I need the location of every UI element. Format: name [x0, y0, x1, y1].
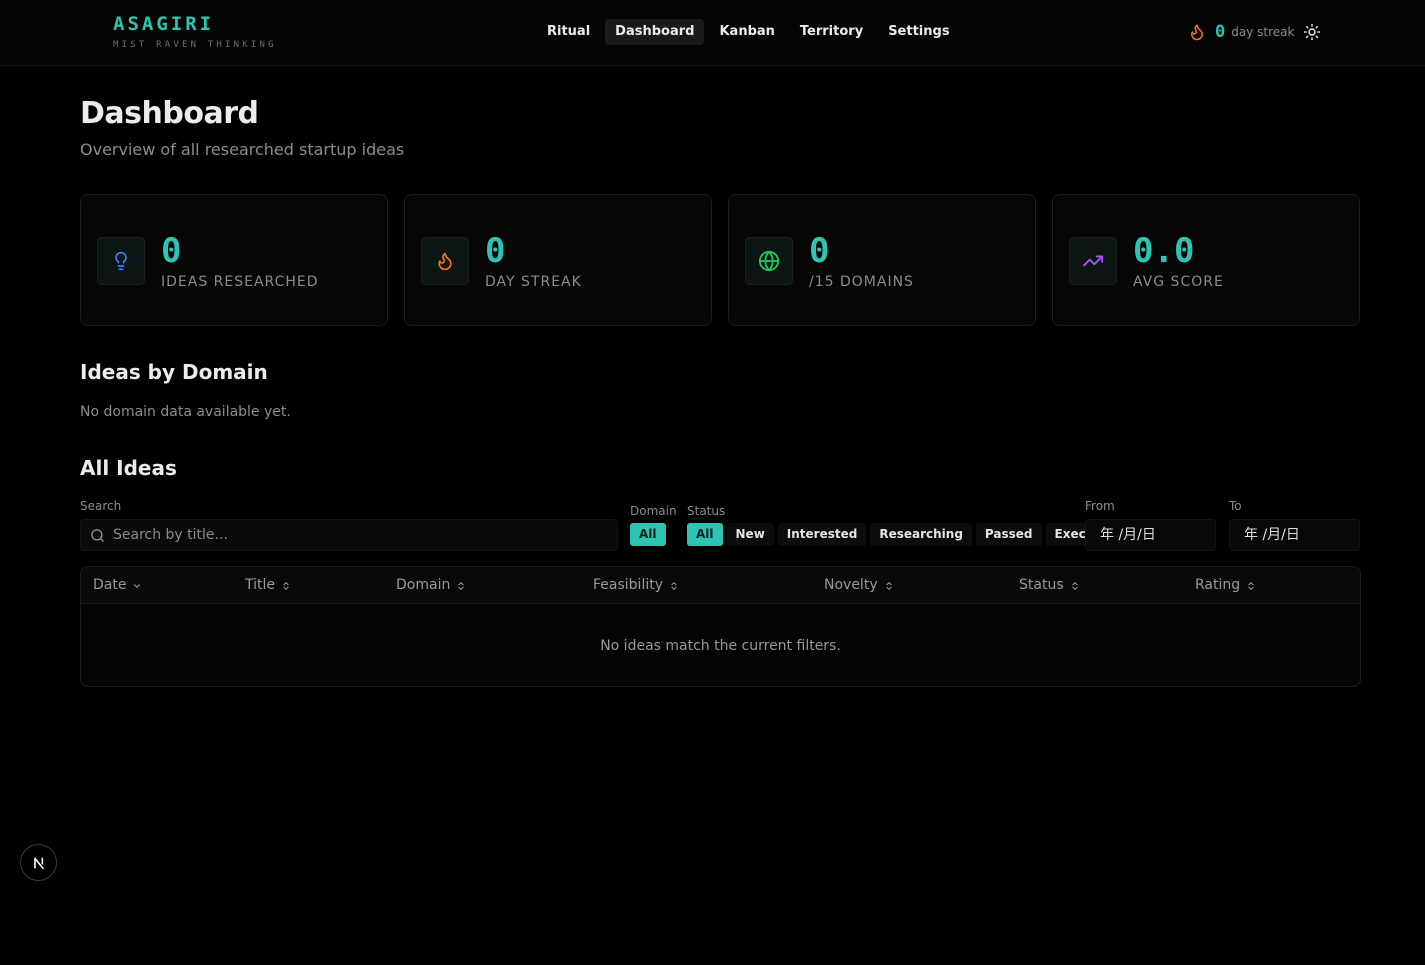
status-chip-researching[interactable]: Researching [870, 523, 972, 546]
stat-label: AVG SCORE [1133, 274, 1224, 290]
stat-label: DAY STREAK [485, 274, 582, 290]
domain-filter-label: Domain [630, 504, 677, 518]
stats-row: 0 IDEAS RESEARCHED 0 DAY STREAK 0 /15 DO… [80, 194, 1360, 326]
sun-icon [1303, 23, 1321, 41]
to-date-label: To [1229, 499, 1242, 513]
status-chip-interested[interactable]: Interested [777, 523, 867, 546]
sort-icon [1072, 581, 1078, 590]
column-header-title[interactable]: Title [245, 567, 291, 604]
from-date-input[interactable]: 年 /月/日 [1085, 519, 1216, 551]
stat-icon-box [1069, 237, 1117, 285]
theme-toggle-button[interactable] [1303, 23, 1321, 41]
status-filter: All New Interested Researching Passed Ex… [687, 523, 1131, 546]
stat-icon-box [421, 237, 469, 285]
stat-label: IDEAS RESEARCHED [161, 274, 319, 290]
table-empty-message: No ideas match the current filters. [600, 638, 841, 654]
column-header-status[interactable]: Status [1019, 567, 1080, 604]
column-label: Feasibility [593, 577, 663, 593]
status-chip-passed[interactable]: Passed [975, 523, 1042, 546]
table-header: Date Title Domain Feasibility Novelty St… [81, 567, 1360, 604]
search-icon [91, 529, 104, 542]
stat-card-domains: 0 /15 DOMAINS [728, 194, 1036, 326]
column-label: Novelty [824, 577, 878, 593]
stat-label: /15 DOMAINS [809, 274, 914, 290]
status-chip-all[interactable]: All [687, 523, 723, 546]
ideas-table: Date Title Domain Feasibility Novelty St… [80, 566, 1361, 687]
column-label: Domain [396, 577, 451, 593]
nav-ritual[interactable]: Ritual [537, 19, 600, 45]
column-label: Date [93, 577, 127, 593]
nextjs-dev-badge[interactable] [20, 844, 57, 881]
stat-card-avg-score: 0.0 AVG SCORE [1052, 194, 1360, 326]
brand-tagline: MIST RAVEN THINKING [113, 40, 277, 50]
column-header-domain[interactable]: Domain [396, 567, 466, 604]
stat-value: 0.0 [1133, 231, 1195, 271]
chevron-down-icon [134, 583, 141, 588]
brand-name: ASAGIRI [113, 13, 215, 35]
column-header-rating[interactable]: Rating [1195, 567, 1256, 604]
lightbulb-icon [115, 251, 127, 271]
column-header-feasibility[interactable]: Feasibility [593, 567, 679, 604]
trending-up-icon [1082, 255, 1104, 267]
all-ideas-heading: All Ideas [80, 456, 177, 480]
sort-icon [1248, 581, 1254, 590]
flame-icon [438, 252, 452, 271]
domain-chip-all[interactable]: All [630, 523, 666, 546]
stat-value: 0 [485, 231, 506, 271]
sort-icon [671, 581, 677, 590]
stat-icon-box [97, 237, 145, 285]
search-input[interactable] [113, 520, 613, 550]
stat-icon-box [745, 237, 793, 285]
search-field[interactable] [80, 519, 618, 551]
streak-count: 0 [1215, 22, 1226, 42]
page-subtitle: Overview of all researched startup ideas [80, 140, 405, 159]
globe-icon [758, 250, 780, 272]
column-label: Title [245, 577, 276, 593]
nav-dashboard[interactable]: Dashboard [605, 19, 705, 45]
brand-logo[interactable]: ASAGIRI MIST RAVEN THINKING [113, 12, 277, 50]
column-label: Rating [1195, 577, 1241, 593]
main-nav: Ritual Dashboard Kanban Territory Settin… [537, 19, 960, 45]
stat-card-streak: 0 DAY STREAK [404, 194, 712, 326]
sort-icon [886, 581, 892, 590]
stat-value: 0 [809, 231, 830, 271]
to-date-input[interactable]: 年 /月/日 [1229, 519, 1360, 551]
nav-kanban[interactable]: Kanban [709, 19, 784, 45]
sort-icon [283, 581, 289, 590]
search-label: Search [80, 499, 122, 513]
ideas-by-domain-heading: Ideas by Domain [80, 360, 268, 384]
stat-value: 0 [161, 231, 182, 271]
nav-settings[interactable]: Settings [878, 19, 959, 45]
sort-icon [458, 581, 464, 590]
stat-card-ideas: 0 IDEAS RESEARCHED [80, 194, 388, 326]
domain-filter: All [630, 523, 666, 546]
page-title: Dashboard [80, 96, 259, 131]
column-header-date[interactable]: Date [93, 567, 142, 604]
flame-icon [1191, 24, 1203, 41]
column-label: Status [1019, 577, 1064, 593]
streak-indicator: 0 day streak [1188, 20, 1294, 44]
from-date-label: From [1085, 499, 1115, 513]
top-navigation-bar: ASAGIRI MIST RAVEN THINKING Ritual Dashb… [0, 0, 1425, 66]
streak-label: day streak [1231, 25, 1295, 39]
status-filter-label: Status [687, 504, 726, 518]
nav-territory[interactable]: Territory [790, 19, 873, 45]
status-chip-new[interactable]: New [726, 523, 774, 546]
domain-empty-message: No domain data available yet. [80, 404, 291, 420]
column-header-novelty[interactable]: Novelty [824, 567, 894, 604]
nextjs-logo-icon [33, 857, 44, 869]
